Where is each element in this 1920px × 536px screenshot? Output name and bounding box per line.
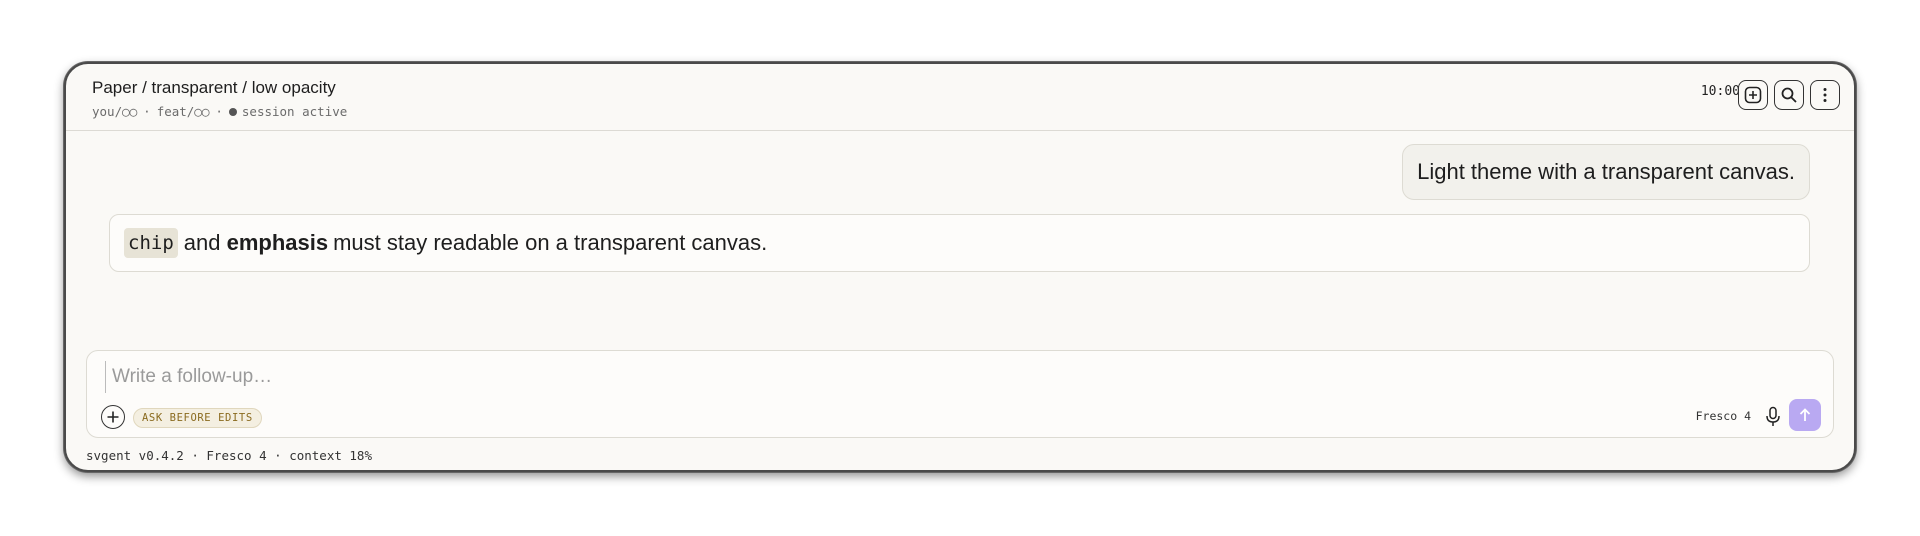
attach-button[interactable] [101, 405, 125, 429]
plus-icon [107, 411, 119, 423]
session-meta: you/◯◯ · feat/◯◯ · session active [92, 104, 347, 119]
clock: 10:00 [1700, 84, 1740, 99]
follow-up-input[interactable] [105, 361, 1014, 393]
more-button[interactable] [1810, 80, 1840, 110]
user-message: Light theme with a transparent canvas. [1402, 144, 1810, 200]
status-bar: svgent v0.4.2 · Fresco 4 · context 18% [86, 448, 372, 463]
app-window: Paper / transparent / low opacity you/◯◯… [64, 62, 1856, 472]
send-button[interactable] [1789, 399, 1821, 431]
more-vertical-icon [1823, 88, 1827, 102]
separator: · [143, 104, 151, 119]
model-selector[interactable]: Fresco 4 [1696, 409, 1751, 423]
mic-button[interactable] [1763, 405, 1783, 429]
new-chat-button[interactable] [1738, 80, 1768, 110]
page-title: Paper / transparent / low opacity [92, 78, 336, 97]
branch-label: feat/◯◯ [156, 104, 210, 119]
separator: · [215, 104, 223, 119]
search-button[interactable] [1774, 80, 1804, 110]
mode-badge[interactable]: ASK BEFORE EDITS [133, 408, 262, 428]
assistant-message: chip and emphasis must stay readable on a… [109, 214, 1810, 272]
session-status: session active [241, 104, 348, 119]
status-dot-icon [228, 107, 237, 116]
arrow-up-icon [1799, 408, 1811, 421]
inline-code-chip: chip [124, 228, 178, 258]
header: Paper / transparent / low opacity you/◯◯… [66, 64, 1854, 131]
message-text: and [183, 230, 221, 255]
message-text: must stay readable on a transparent canv… [333, 230, 768, 255]
composer: ASK BEFORE EDITS Fresco 4 [86, 350, 1834, 438]
emphasis-text: emphasis [226, 230, 329, 255]
search-icon [1781, 87, 1797, 103]
mic-icon [1766, 406, 1780, 426]
user-label: you/◯◯ [92, 104, 138, 119]
new-chat-icon [1744, 86, 1762, 104]
